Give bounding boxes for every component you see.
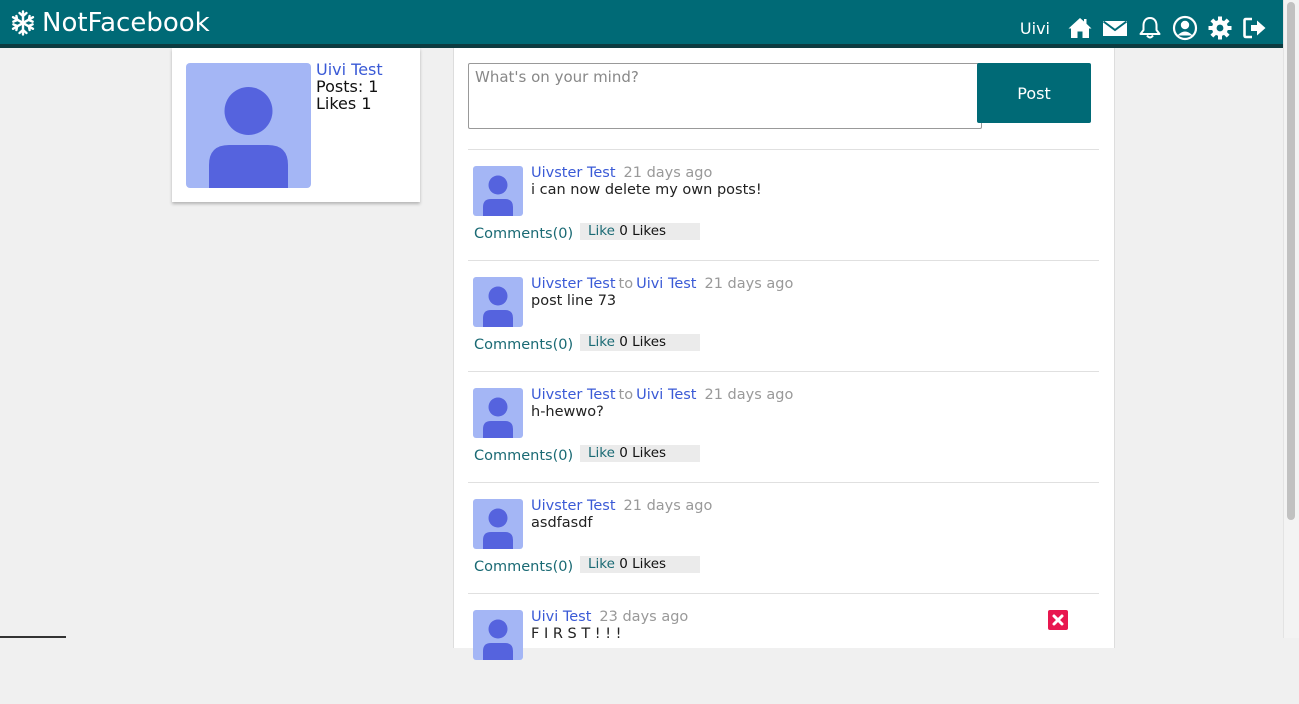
- post-item: Uivi Test 23 days ago F I R S T ! ! !: [468, 593, 1099, 704]
- brand-name: NotFacebook: [42, 8, 210, 38]
- profile-likes-count: Likes 1: [316, 94, 372, 113]
- close-icon: [1052, 614, 1064, 626]
- like-bar: Like 0 Likes: [580, 556, 700, 573]
- avatar-placeholder-icon: [483, 175, 513, 216]
- post-header: Uivster Test to Uivi Test 21 days ago: [531, 387, 793, 403]
- comments-link[interactable]: Comments(0): [474, 337, 573, 353]
- gear-icon[interactable]: [1207, 15, 1233, 41]
- mail-icon[interactable]: [1102, 15, 1128, 41]
- nav-username[interactable]: Uivi: [1020, 19, 1050, 38]
- status-input[interactable]: [468, 63, 982, 129]
- post-item: Uivster Test 21 days ago i can now delete…: [468, 149, 1099, 260]
- delete-post-button[interactable]: [1048, 610, 1068, 630]
- scroll-thumb[interactable]: [1287, 2, 1295, 520]
- post-text: i can now delete my own posts!: [531, 182, 762, 198]
- post-to-label: to: [618, 387, 634, 403]
- avatar-placeholder-icon: [209, 87, 288, 188]
- like-count: 0 Likes: [619, 334, 667, 350]
- like-button[interactable]: Like: [588, 223, 615, 239]
- bell-icon[interactable]: [1137, 15, 1163, 41]
- like-count: 0 Likes: [619, 445, 667, 461]
- like-bar: Like 0 Likes: [580, 223, 700, 240]
- post-avatar[interactable]: [473, 610, 523, 660]
- news-feed: Post Uivster Test 21 days ago i can now d…: [453, 48, 1115, 660]
- profile-card: Uivi Test Posts: 1 Likes 1: [172, 48, 420, 202]
- like-button[interactable]: Like: [588, 556, 615, 572]
- like-bar: Like 0 Likes: [580, 445, 700, 462]
- page-scrollbar[interactable]: [1283, 0, 1299, 638]
- post-timestamp: 21 days ago: [704, 276, 794, 292]
- post-item: Uivster Test 21 days ago asdfasdf Comment…: [468, 482, 1099, 593]
- logout-icon[interactable]: [1242, 15, 1268, 41]
- post-timestamp: 23 days ago: [599, 609, 689, 625]
- post-target-link[interactable]: Uivi Test: [636, 276, 696, 292]
- home-icon[interactable]: [1067, 15, 1093, 41]
- like-count: 0 Likes: [619, 223, 667, 239]
- post-header: Uivster Test to Uivi Test 21 days ago: [531, 276, 793, 292]
- avatar-placeholder-icon: [483, 619, 513, 660]
- post-avatar[interactable]: [473, 499, 523, 549]
- avatar-placeholder-icon: [483, 286, 513, 327]
- post-timestamp: 21 days ago: [704, 387, 794, 403]
- post-target-link[interactable]: Uivi Test: [636, 387, 696, 403]
- post-to-label: to: [618, 276, 634, 292]
- avatar-placeholder-icon: [483, 508, 513, 549]
- post-header: Uivster Test 21 days ago: [531, 165, 712, 181]
- brand-logo[interactable]: NotFacebook: [10, 6, 210, 40]
- avatar-placeholder-icon: [483, 397, 513, 438]
- post-item: Uivster Test to Uivi Test 21 days ago post …: [468, 260, 1099, 371]
- profile-info: Uivi Test Posts: 1 Likes 1: [316, 61, 383, 112]
- like-count: 0 Likes: [619, 556, 667, 572]
- post-author-link[interactable]: Uivster Test: [531, 498, 616, 514]
- post-avatar[interactable]: [473, 277, 523, 327]
- post-author-link[interactable]: Uivster Test: [531, 165, 616, 181]
- post-timestamp: 21 days ago: [623, 498, 713, 514]
- nav-actions: Uivi: [1020, 12, 1268, 44]
- top-navbar: NotFacebook Uivi: [0, 0, 1284, 48]
- user-circle-icon[interactable]: [1172, 15, 1198, 41]
- post-author-link[interactable]: Uivi Test: [531, 609, 591, 625]
- profile-avatar[interactable]: [186, 63, 311, 188]
- post-text: asdfasdf: [531, 515, 593, 531]
- post-timestamp: 21 days ago: [623, 165, 713, 181]
- like-bar: Like 0 Likes: [580, 334, 700, 351]
- comments-link[interactable]: Comments(0): [474, 226, 573, 242]
- post-author-link[interactable]: Uivster Test: [531, 387, 616, 403]
- post-avatar[interactable]: [473, 166, 523, 216]
- like-button[interactable]: Like: [588, 334, 615, 350]
- profile-posts-count: Posts: 1: [316, 77, 379, 96]
- post-text: post line 73: [531, 293, 617, 309]
- post-author-link[interactable]: Uivster Test: [531, 276, 616, 292]
- like-button[interactable]: Like: [588, 445, 615, 461]
- comments-link[interactable]: Comments(0): [474, 448, 573, 464]
- comments-link[interactable]: Comments(0): [474, 559, 573, 575]
- post-button[interactable]: Post: [977, 63, 1091, 123]
- post-text: h-hewwo?: [531, 404, 604, 420]
- post-item: Uivster Test to Uivi Test 21 days ago h-hew…: [468, 371, 1099, 482]
- post-header: Uivster Test 21 days ago: [531, 498, 712, 514]
- post-avatar[interactable]: [473, 388, 523, 438]
- snowflake-icon: [11, 10, 35, 36]
- post-text: F I R S T ! ! !: [531, 626, 622, 642]
- post-header: Uivi Test 23 days ago: [531, 609, 688, 625]
